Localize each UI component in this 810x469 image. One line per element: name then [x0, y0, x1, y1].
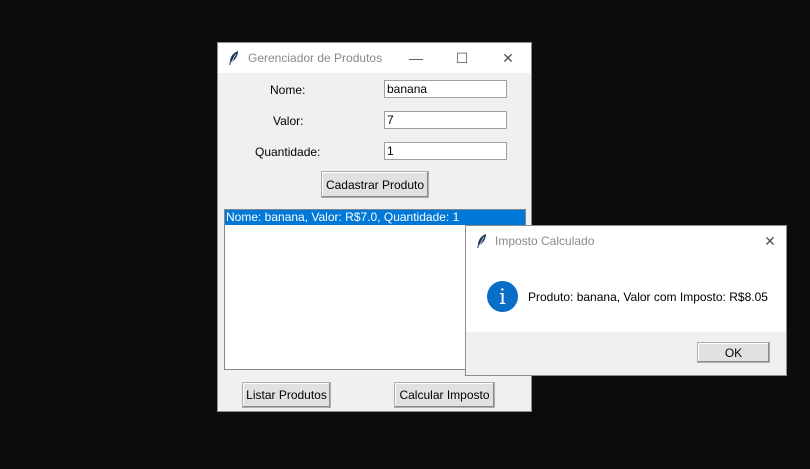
dialog-close-button[interactable]: ✕	[752, 226, 788, 256]
value-label: Valor:	[273, 114, 304, 128]
close-icon: ✕	[502, 49, 514, 66]
register-product-button[interactable]: Cadastrar Produto	[321, 171, 429, 198]
maximize-button[interactable]: ☐	[439, 43, 485, 73]
main-titlebar[interactable]: Gerenciador de Produtos — ☐ ✕	[218, 43, 531, 73]
quantity-label: Quantidade:	[255, 145, 321, 159]
dialog-title: Imposto Calculado	[495, 234, 595, 248]
minimize-button[interactable]: —	[393, 43, 439, 73]
maximize-icon: ☐	[455, 49, 469, 66]
dialog-titlebar[interactable]: Imposto Calculado ✕	[466, 226, 786, 256]
ok-button[interactable]: OK	[697, 342, 770, 363]
list-products-button[interactable]: Listar Produtos	[242, 382, 331, 408]
close-button[interactable]: ✕	[485, 43, 531, 73]
list-item[interactable]: Nome: banana, Valor: R$7.0, Quantidade: …	[225, 210, 525, 225]
name-label: Nome:	[270, 83, 306, 97]
quantity-field[interactable]: 1	[384, 142, 507, 160]
name-field[interactable]: banana	[384, 80, 507, 98]
feather-icon	[477, 234, 486, 248]
dialog-footer: OK	[466, 332, 786, 375]
value-field[interactable]: 7	[384, 111, 507, 129]
dialog-message: Produto: banana, Valor com Imposto: R$8.…	[528, 290, 768, 304]
dialog-body: i Produto: banana, Valor com Imposto: R$…	[466, 256, 786, 334]
main-window-title: Gerenciador de Produtos	[248, 51, 383, 65]
tax-dialog: Imposto Calculado ✕ i Produto: banana, V…	[465, 225, 787, 376]
close-icon: ✕	[764, 232, 776, 249]
calculate-tax-button[interactable]: Calcular Imposto	[394, 382, 495, 408]
info-icon: i	[487, 281, 518, 312]
minimize-icon: —	[409, 50, 423, 66]
feather-icon	[229, 51, 238, 65]
